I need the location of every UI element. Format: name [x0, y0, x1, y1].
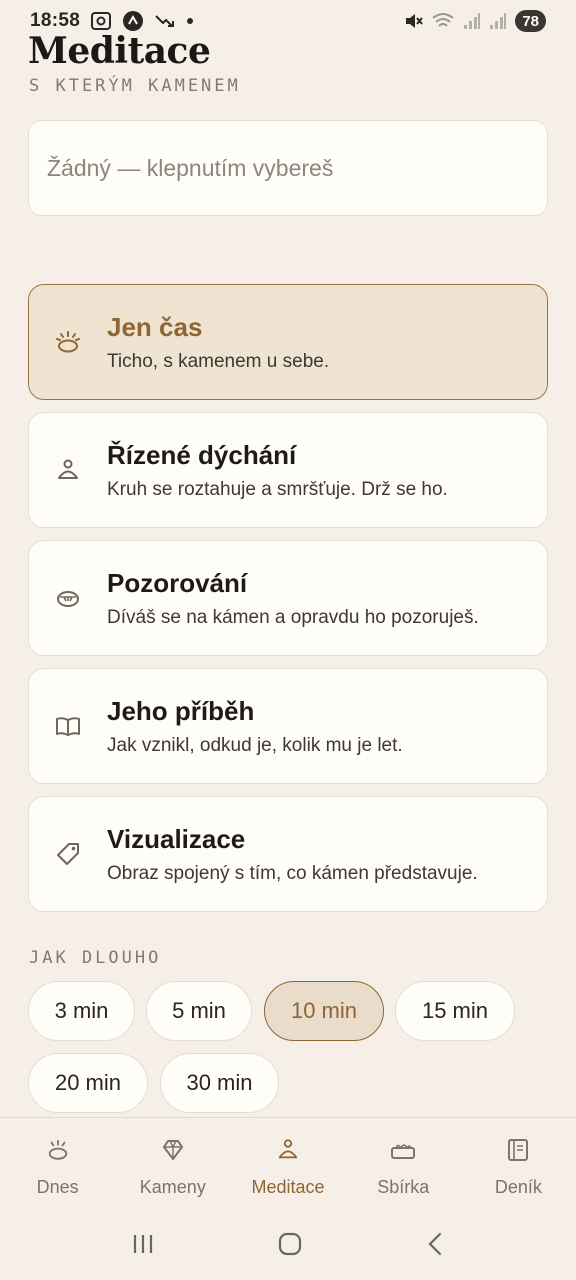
mode-description: Obraz spojený s tím, co kámen představuj… [107, 862, 478, 884]
duration-chip-10[interactable]: 10 min [264, 981, 384, 1041]
duration-chip-label: 15 min [421, 998, 489, 1023]
mode-description: Díváš se na kámen a opravdu ho pozoruješ… [107, 606, 479, 628]
mute-icon [403, 11, 424, 31]
duration-chip-5[interactable]: 5 min [146, 981, 252, 1041]
duration-chip-label: 10 min [290, 998, 358, 1023]
mode-card-jen-cas[interactable]: Jen čas Ticho, s kamenem u sebe. [28, 284, 548, 400]
dot-icon [186, 17, 194, 25]
mode-title: Pozorování [107, 567, 248, 598]
stone-picker-placeholder: Žádný — klepnutím vybereš [47, 154, 334, 181]
tag-icon [29, 841, 107, 867]
nav-label: Kameny [139, 1177, 206, 1197]
mode-title: Vizualizace [107, 823, 246, 854]
mode-description: Kruh se roztahuje a smršťuje. Drž se ho. [107, 478, 448, 500]
duration-chip-label: 30 min [186, 1070, 253, 1095]
mode-card-vizualizace[interactable]: Vizualizace Obraz spojený s tím, co káme… [28, 796, 548, 912]
mode-description: Jak vznikl, odkud je, kolik mu je let. [107, 734, 403, 756]
journal-icon [507, 1138, 529, 1167]
mode-title: Řízené dýchání [107, 439, 297, 470]
stone-section-label: S KTERÝM KAMENEM [29, 76, 241, 96]
system-navigation-bar [0, 1213, 576, 1280]
duration-chip-15[interactable]: 15 min [395, 981, 515, 1041]
signal-icon [463, 12, 481, 30]
page-title: Meditace [28, 30, 211, 72]
stone-picker[interactable]: Žádný — klepnutím vybereš [28, 120, 548, 216]
duration-section-label: JAK DLOUHO [29, 948, 162, 968]
nav-label: Dnes [36, 1177, 79, 1197]
nav-item-denik[interactable]: Deník [461, 1118, 576, 1213]
breathing-person-icon [29, 457, 107, 483]
wifi-icon [431, 11, 455, 31]
duration-chip-30[interactable]: 30 min [160, 1053, 279, 1113]
battery-indicator: 78 [515, 10, 546, 32]
mode-title: Jen čas [107, 311, 203, 342]
meditation-icon [276, 1138, 300, 1167]
sunrise-icon [46, 1138, 70, 1167]
nav-item-meditace[interactable]: Meditace [230, 1118, 345, 1213]
recent-apps-icon[interactable] [131, 1233, 155, 1260]
app-notification-icon [122, 10, 144, 32]
back-icon[interactable] [425, 1231, 445, 1262]
screenshot-icon [90, 11, 112, 31]
signal-icon-2 [489, 12, 507, 30]
nav-item-dnes[interactable]: Dnes [0, 1118, 115, 1213]
nav-label: Meditace [251, 1177, 325, 1197]
collection-tray-icon [390, 1138, 416, 1167]
duration-chip-label: 3 min [54, 998, 109, 1023]
status-time: 18:58 [30, 10, 81, 31]
mode-card-rizene-dychani[interactable]: Řízené dýchání Kruh se roztahuje a smršť… [28, 412, 548, 528]
mode-title: Jeho příběh [107, 695, 255, 726]
nav-item-sbirka[interactable]: Sbírka [346, 1118, 461, 1213]
mode-description: Ticho, s kamenem u sebe. [107, 350, 330, 372]
duration-chip-20[interactable]: 20 min [28, 1053, 148, 1113]
eye-stone-icon [29, 585, 107, 611]
duration-chip-label: 5 min [172, 998, 226, 1023]
duration-chip-label: 20 min [54, 1070, 122, 1095]
nav-label: Deník [494, 1177, 542, 1197]
bottom-navigation: Dnes Kameny Meditace Sbírka Deník [0, 1117, 576, 1213]
sun-stone-icon [29, 329, 107, 355]
nav-item-kameny[interactable]: Kameny [115, 1118, 230, 1213]
mode-card-jeho-pribeh[interactable]: Jeho příběh Jak vznikl, odkud je, kolik … [28, 668, 548, 784]
gem-icon [161, 1138, 185, 1167]
nav-label: Sbírka [377, 1177, 430, 1197]
open-book-icon [29, 713, 107, 739]
home-icon[interactable] [277, 1231, 303, 1262]
trend-icon [154, 13, 176, 29]
duration-chip-3[interactable]: 3 min [28, 981, 135, 1041]
mode-card-pozorovani[interactable]: Pozorování Díváš se na kámen a opravdu h… [28, 540, 548, 656]
